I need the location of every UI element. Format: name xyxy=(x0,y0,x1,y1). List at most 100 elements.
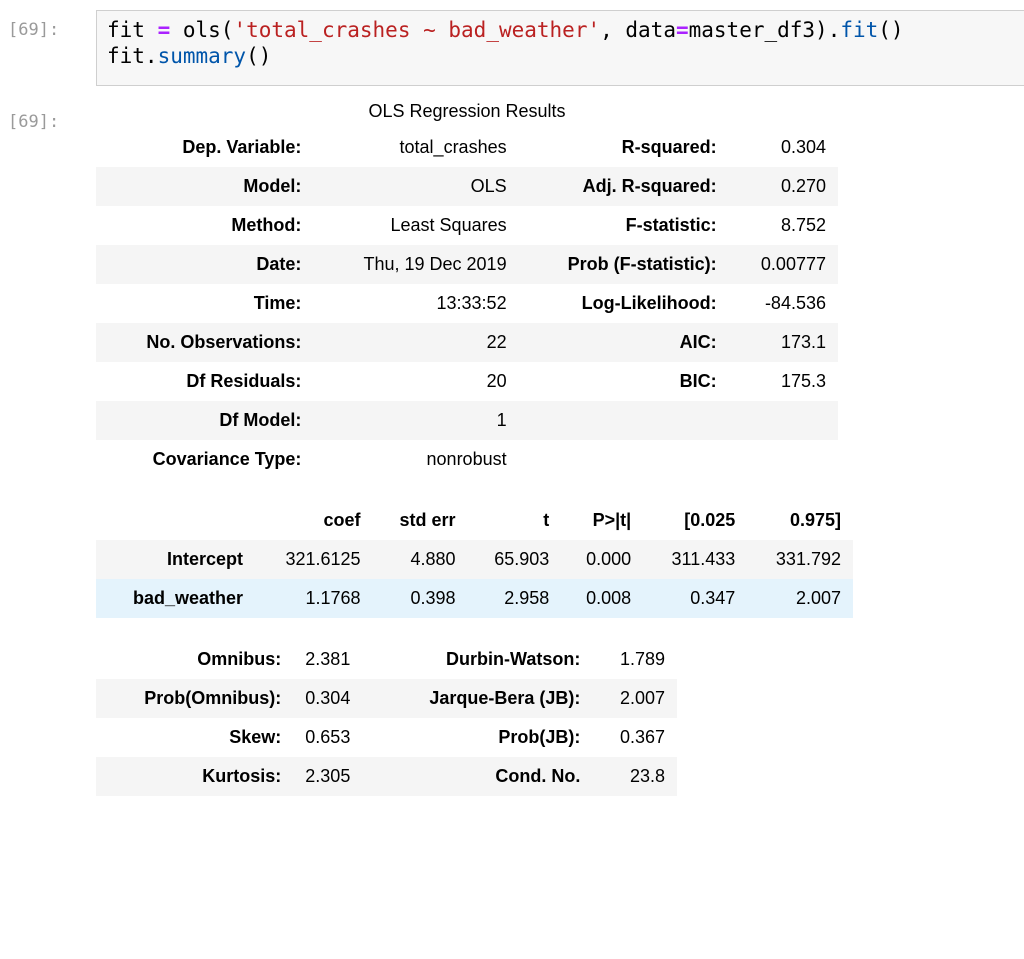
summary-key: R-squared: xyxy=(621,137,717,157)
column-header: [0.025 xyxy=(684,510,736,530)
table-row: Intercept 321.6125 4.880 65.903 0.000 31… xyxy=(96,540,853,579)
summary-value: 1 xyxy=(496,410,507,430)
table-row: Date: Thu, 19 Dec 2019 Prob (F-statistic… xyxy=(96,245,838,284)
diag-value: 0.367 xyxy=(619,727,665,747)
summary-table: OLS Regression Results Dep. Variable: to… xyxy=(96,98,838,479)
code-operator: = xyxy=(675,18,689,42)
summary-value: 0.00777 xyxy=(760,254,826,274)
table-row: Skew: 0.653 Prob(JB): 0.367 xyxy=(96,718,677,757)
table-row: bad_weather 1.1768 0.398 2.958 0.008 0.3… xyxy=(96,579,853,618)
summary-value: total_crashes xyxy=(399,137,507,157)
cell-ci-high: 331.792 xyxy=(775,549,841,569)
input-prompt: [69]: xyxy=(8,20,60,40)
summary-key: Df Residuals: xyxy=(186,371,302,391)
diag-value: 0.653 xyxy=(305,727,351,747)
diag-key: Omnibus: xyxy=(197,649,282,669)
cell-ci-low: 0.347 xyxy=(690,588,736,608)
summary-key xyxy=(519,401,729,440)
table-row: Prob(Omnibus): 0.304 Jarque-Bera (JB): 2… xyxy=(96,679,677,718)
summary-value: OLS xyxy=(470,176,507,196)
summary-value: nonrobust xyxy=(426,449,507,469)
summary-key: Dep. Variable: xyxy=(182,137,302,157)
summary-key: Date: xyxy=(256,254,302,274)
summary-value: 8.752 xyxy=(780,215,826,235)
summary-value xyxy=(729,440,838,479)
summary-value: 0.304 xyxy=(780,137,826,157)
diag-value: 0.304 xyxy=(305,688,351,708)
cell-ci-low: 311.433 xyxy=(671,549,736,569)
diag-value: 2.305 xyxy=(305,766,351,786)
row-label: bad_weather xyxy=(132,588,244,608)
code-string: 'total_crashes ~ bad_weather' xyxy=(233,18,601,42)
diag-value: 1.789 xyxy=(619,649,665,669)
summary-caption: OLS Regression Results xyxy=(368,101,566,121)
summary-value: 173.1 xyxy=(780,332,826,352)
summary-value: Least Squares xyxy=(390,215,507,235)
code-editor[interactable]: fit = ols('total_crashes ~ bad_weather',… xyxy=(96,10,1024,86)
summary-key: No. Observations: xyxy=(146,332,302,352)
summary-key: Adj. R-squared: xyxy=(582,176,717,196)
summary-key xyxy=(519,440,729,479)
column-header: 0.975] xyxy=(789,510,841,530)
summary-value: 20 xyxy=(486,371,507,391)
output-prompt: [69]: xyxy=(8,112,60,132)
table-row: Omnibus: 2.381 Durbin-Watson: 1.789 xyxy=(96,640,677,679)
table-row: Model: OLS Adj. R-squared: 0.270 xyxy=(96,167,838,206)
cell-p: 0.008 xyxy=(586,588,632,608)
summary-key: AIC: xyxy=(679,332,717,352)
code-token: ols( xyxy=(170,18,234,42)
summary-key: Log-Likelihood: xyxy=(581,293,717,313)
code-token: fit xyxy=(107,18,158,42)
diag-key: Prob(Omnibus): xyxy=(144,688,282,708)
table-row: Df Model: 1 xyxy=(96,401,838,440)
column-header: coef xyxy=(323,510,361,530)
summary-key: Prob (F-statistic): xyxy=(567,254,717,274)
table-row: Time: 13:33:52 Log-Likelihood: -84.536 xyxy=(96,284,838,323)
diag-value: 23.8 xyxy=(629,766,665,786)
code-token: () xyxy=(878,18,904,42)
table-row: Method: Least Squares F-statistic: 8.752 xyxy=(96,206,838,245)
table-row: Kurtosis: 2.305 Cond. No. 23.8 xyxy=(96,757,677,796)
column-header: P>|t| xyxy=(592,510,632,530)
diagnostics-table: Omnibus: 2.381 Durbin-Watson: 1.789 Prob… xyxy=(96,640,677,796)
cell-t: 65.903 xyxy=(494,549,550,569)
code-token: , data xyxy=(600,18,676,42)
input-cell[interactable]: [69]: fit = ols('total_crashes ~ bad_wea… xyxy=(0,0,1024,90)
code-token: () xyxy=(246,44,272,68)
summary-value: 0.270 xyxy=(780,176,826,196)
table-row: Covariance Type: nonrobust xyxy=(96,440,838,479)
cell-p: 0.000 xyxy=(586,549,632,569)
column-header: t xyxy=(543,510,550,530)
diag-key: Kurtosis: xyxy=(202,766,282,786)
output-area: OLS Regression Results Dep. Variable: to… xyxy=(96,98,853,796)
diag-key: Prob(JB): xyxy=(498,727,581,747)
cell-ci-high: 2.007 xyxy=(795,588,841,608)
code-function: fit xyxy=(840,18,879,42)
code-token: master_df3). xyxy=(688,18,841,42)
table-row: Df Residuals: 20 BIC: 175.3 xyxy=(96,362,838,401)
summary-key: F-statistic: xyxy=(625,215,717,235)
summary-key: BIC: xyxy=(679,371,717,391)
row-label: Intercept xyxy=(166,549,244,569)
summary-value: Thu, 19 Dec 2019 xyxy=(363,254,507,274)
diag-key: Skew: xyxy=(229,727,282,747)
coefficient-table: coef std err t P>|t| [0.025 0.975] Inter… xyxy=(96,501,853,618)
code-token: fit. xyxy=(107,44,158,68)
table-row: No. Observations: 22 AIC: 173.1 xyxy=(96,323,838,362)
table-row: Dep. Variable: total_crashes R-squared: … xyxy=(96,128,838,167)
column-header: std err xyxy=(399,510,456,530)
column-header xyxy=(96,501,255,540)
summary-key: Covariance Type: xyxy=(152,449,302,469)
summary-value xyxy=(729,401,838,440)
cell-std-err: 4.880 xyxy=(410,549,456,569)
table-header-row: coef std err t P>|t| [0.025 0.975] xyxy=(96,501,853,540)
diag-key: Durbin-Watson: xyxy=(446,649,581,669)
code-function: summary xyxy=(157,44,247,68)
code-operator: = xyxy=(157,18,171,42)
cell-t: 2.958 xyxy=(504,588,550,608)
summary-key: Df Model: xyxy=(219,410,302,430)
diag-key: Jarque-Bera (JB): xyxy=(429,688,581,708)
diag-value: 2.007 xyxy=(619,688,665,708)
summary-key: Time: xyxy=(253,293,302,313)
summary-key: Method: xyxy=(231,215,302,235)
